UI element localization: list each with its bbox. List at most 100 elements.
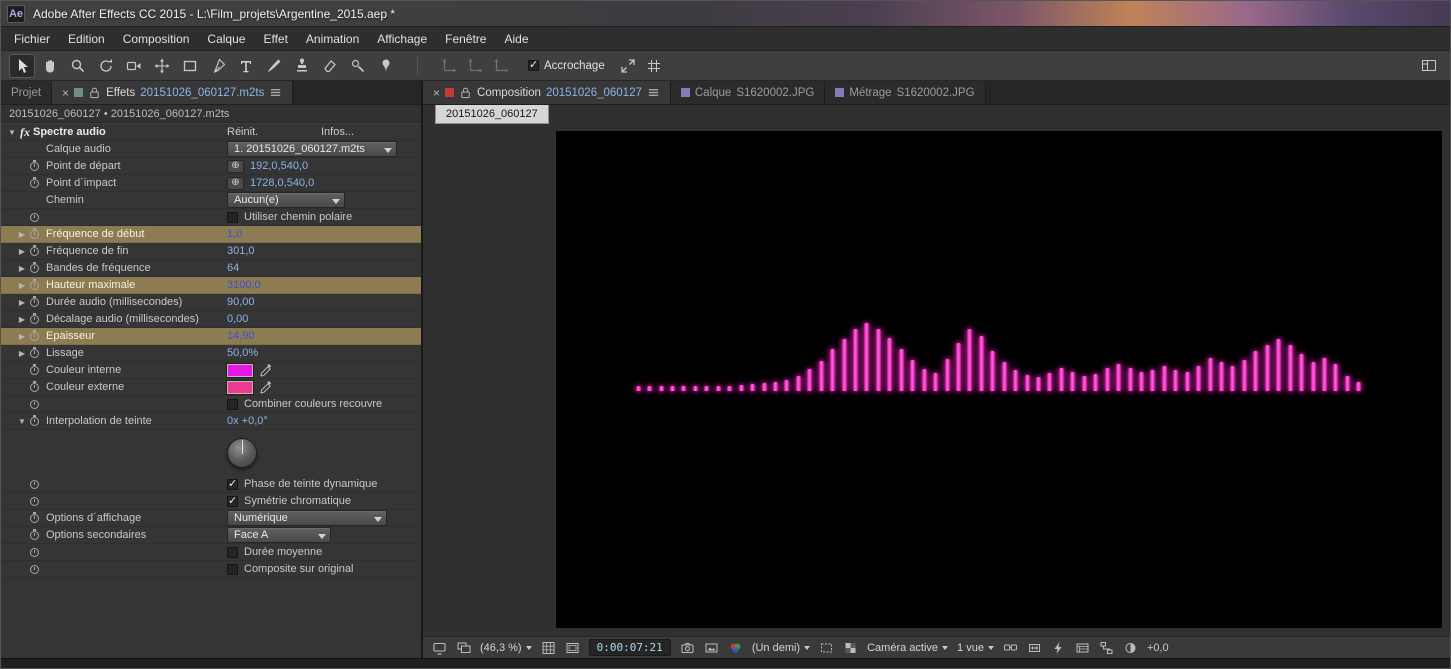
eraser-tool[interactable]	[317, 54, 343, 78]
tab-project[interactable]: Projet	[1, 81, 52, 104]
exposure-value[interactable]: +0,0	[1147, 642, 1169, 654]
region-of-interest-icon[interactable]	[819, 641, 834, 655]
viewer-comp-tab[interactable]: 20151026_060127	[435, 105, 549, 124]
menu-aide[interactable]: Aide	[495, 27, 537, 50]
flowchart-button-icon[interactable]	[1099, 641, 1114, 655]
reset-exposure-icon[interactable]	[1123, 641, 1138, 655]
close-icon[interactable]: ×	[62, 86, 69, 100]
text-tool[interactable]	[233, 54, 259, 78]
selection-tool[interactable]	[9, 54, 35, 78]
twirl-icon[interactable]: ▼	[17, 417, 27, 426]
stopwatch-icon[interactable]	[30, 179, 39, 188]
rectangle-tool[interactable]	[177, 54, 203, 78]
effect-row-phase-de-teinte-dynamique[interactable]: Phase de teinte dynamique	[1, 476, 421, 493]
effect-row-lissage[interactable]: ▶Lissage50,0%	[1, 345, 421, 362]
effect-row-chemin[interactable]: CheminAucun(e)	[1, 192, 421, 209]
effect-row-frequence-de-debut[interactable]: ▶Fréquence de début1,0	[1, 226, 421, 243]
camera-tool[interactable]	[121, 54, 147, 78]
composition-frame[interactable]	[556, 131, 1442, 628]
stopwatch-icon[interactable]	[30, 565, 39, 574]
duree-moyenne-checkbox[interactable]	[227, 547, 238, 558]
menu-fichier[interactable]: Fichier	[5, 27, 59, 50]
reset-button[interactable]: Réinit.	[227, 126, 315, 138]
workspace-icon[interactable]	[1416, 54, 1442, 78]
stopwatch-icon[interactable]	[30, 213, 39, 222]
symetrie-chromatique-checkbox[interactable]	[227, 496, 238, 507]
effect-row-couleur-interne[interactable]: Couleur interne	[1, 362, 421, 379]
effect-row-symetrie-chromatique[interactable]: Symétrie chromatique	[1, 493, 421, 510]
effect-row-hauteur-maximale[interactable]: ▶Hauteur maximale3100,0	[1, 277, 421, 294]
effect-row-calque-audio[interactable]: Calque audio1. 20151026_060127.m2ts	[1, 141, 421, 158]
stopwatch-icon[interactable]	[30, 531, 39, 540]
couleur-interne-swatch[interactable]	[227, 364, 253, 377]
stopwatch-icon[interactable]	[30, 349, 39, 358]
effect-row-dial[interactable]	[1, 430, 421, 476]
property-value[interactable]: 1,0	[227, 228, 242, 240]
zoom-tool[interactable]	[65, 54, 91, 78]
grid-guides-icon[interactable]	[541, 641, 556, 655]
property-value[interactable]: 64	[227, 262, 239, 274]
snap-checkbox[interactable]	[528, 60, 539, 71]
menu-composition[interactable]: Composition	[114, 27, 199, 50]
point-target-icon[interactable]: ⊕	[227, 160, 244, 173]
effect-row-epaisseur[interactable]: ▶Epaisseur14,90	[1, 328, 421, 345]
menu-edition[interactable]: Edition	[59, 27, 114, 50]
axis-mode-world-icon[interactable]	[462, 54, 488, 78]
property-value[interactable]: 0x +0,0°	[227, 415, 268, 427]
clone-stamp-tool[interactable]	[289, 54, 315, 78]
timeline-button-icon[interactable]	[1075, 641, 1090, 655]
stopwatch-icon[interactable]	[30, 480, 39, 489]
stopwatch-icon[interactable]	[30, 548, 39, 557]
options-d-affichage-dropdown[interactable]: Numérique	[227, 510, 387, 526]
snapshot-camera-icon[interactable]	[680, 641, 695, 655]
axis-mode-local-icon[interactable]	[436, 54, 462, 78]
active-camera-dropdown[interactable]: Caméra active	[867, 642, 948, 654]
twirl-icon[interactable]: ▶	[17, 315, 27, 324]
effect-row-point-d-impact[interactable]: Point d´impact⊕1728,0,540,0	[1, 175, 421, 192]
snap-expand-icon[interactable]	[615, 54, 641, 78]
tab-layer[interactable]: Calque S1620002.JPG	[671, 81, 825, 104]
stopwatch-icon[interactable]	[30, 315, 39, 324]
stopwatch-icon[interactable]	[30, 366, 39, 375]
stopwatch-icon[interactable]	[30, 514, 39, 523]
stopwatch-icon[interactable]	[30, 400, 39, 409]
eyedropper-icon[interactable]	[259, 363, 273, 377]
stereo-goggles-icon[interactable]	[1003, 641, 1018, 655]
property-value[interactable]: 90,00	[227, 296, 255, 308]
point-value[interactable]: 1728,0,540,0	[250, 177, 314, 189]
utiliser-chemin-polaire-checkbox[interactable]	[227, 212, 238, 223]
stopwatch-icon[interactable]	[30, 162, 39, 171]
twirl-icon[interactable]: ▼	[7, 128, 17, 137]
effect-row-options-d-affichage[interactable]: Options d´affichageNumérique	[1, 510, 421, 527]
puppet-pin-tool[interactable]	[373, 54, 399, 78]
resolution-dropdown[interactable]: (Un demi)	[752, 642, 810, 654]
combiner-couleurs-recouvre-checkbox[interactable]	[227, 399, 238, 410]
always-preview-icon[interactable]	[432, 641, 447, 655]
twirl-icon[interactable]: ▶	[17, 247, 27, 256]
effect-row-utiliser-chemin-polaire[interactable]: Utiliser chemin polaire	[1, 209, 421, 226]
snap-grid-icon[interactable]	[641, 54, 667, 78]
safe-margins-icon[interactable]	[565, 641, 580, 655]
options-secondaires-dropdown[interactable]: Face A	[227, 527, 331, 543]
effect-row-options-secondaires[interactable]: Options secondairesFace A	[1, 527, 421, 544]
tab-composition[interactable]: × Composition 20151026_060127	[423, 81, 671, 104]
stopwatch-icon[interactable]	[30, 383, 39, 392]
twirl-icon[interactable]: ▶	[17, 332, 27, 341]
twirl-icon[interactable]: ▶	[17, 264, 27, 273]
effect-row-combiner-couleurs-recouvre[interactable]: Combiner couleurs recouvre	[1, 396, 421, 413]
panel-menu-icon[interactable]	[647, 86, 660, 99]
stopwatch-icon[interactable]	[30, 417, 39, 426]
property-value[interactable]: 0,00	[227, 313, 248, 325]
pan-behind-tool[interactable]	[149, 54, 175, 78]
eyedropper-icon[interactable]	[259, 380, 273, 394]
effect-row-decalage-audio-millisecondes[interactable]: ▶Décalage audio (millisecondes)0,00	[1, 311, 421, 328]
effect-row-bandes-de-frequence[interactable]: ▶Bandes de fréquence64	[1, 260, 421, 277]
effect-row-duree-audio-millisecondes[interactable]: ▶Durée audio (millisecondes)90,00	[1, 294, 421, 311]
chemin-dropdown[interactable]: Aucun(e)	[227, 192, 345, 208]
twirl-icon[interactable]: ▶	[17, 298, 27, 307]
close-icon[interactable]: ×	[433, 86, 440, 100]
effect-header-row[interactable]: ▼ fx Spectre audio Réinit. Infos...	[1, 123, 421, 141]
menu-effet[interactable]: Effet	[254, 27, 296, 50]
menu-affichage[interactable]: Affichage	[368, 27, 436, 50]
panel-menu-icon[interactable]	[269, 86, 282, 99]
